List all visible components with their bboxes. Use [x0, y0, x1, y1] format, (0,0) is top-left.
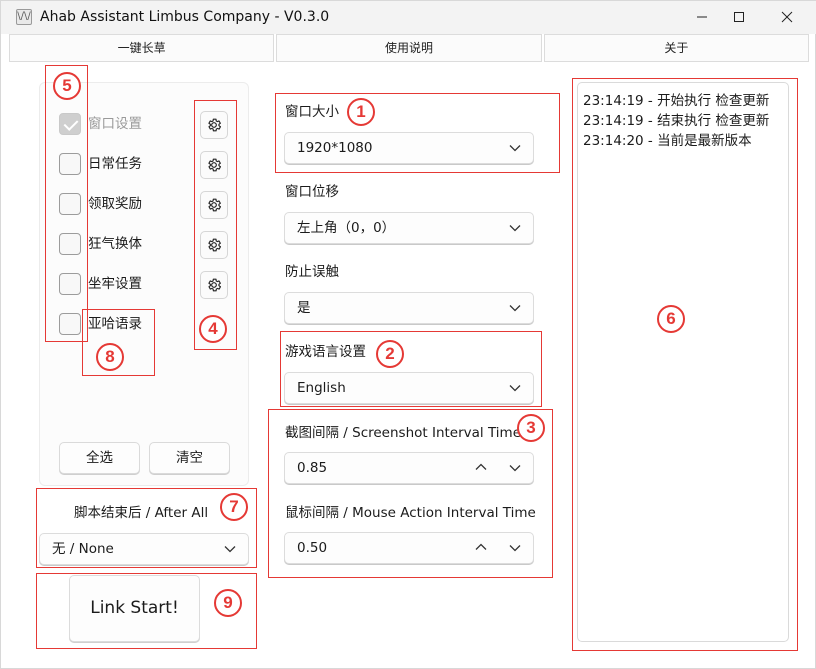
title-bar[interactable]: \/\/ Ahab Assistant Limbus Company - V0.… — [1, 1, 816, 34]
prevent-misclick-value: 是 — [297, 300, 311, 316]
chevron-down-icon — [509, 305, 521, 312]
chevron-down-icon[interactable] — [509, 544, 521, 552]
annotation-badge-1: 1 — [347, 98, 375, 126]
task-label-rewards: 领取奖励 — [88, 196, 142, 212]
window-title: Ahab Assistant Limbus Company - V0.3.0 — [40, 9, 330, 25]
enkephalin-settings-gear-button[interactable] — [200, 231, 228, 259]
task-checkbox-daily[interactable] — [59, 153, 81, 175]
game-language-select[interactable]: English — [284, 372, 534, 404]
chevron-down-icon — [224, 546, 236, 553]
window-size-label: 窗口大小 — [285, 104, 339, 120]
close-icon — [781, 11, 793, 23]
link-start-button[interactable]: Link Start! — [69, 575, 200, 642]
window-settings-gear-button[interactable] — [200, 111, 228, 139]
gear-icon — [208, 198, 222, 212]
window-offset-value: 左上角（0，0） — [297, 220, 396, 236]
after-all-select[interactable]: 无 / None — [39, 533, 249, 565]
main-tabs: 一键长草 使用说明 关于 — [9, 34, 809, 62]
window-offset-select[interactable]: 左上角（0，0） — [284, 212, 534, 244]
annotation-badge-4: 4 — [199, 315, 227, 343]
task-label-prison: 坐牢设置 — [88, 276, 142, 292]
log-line: 23:14:20 - 当前是最新版本 — [583, 133, 752, 149]
tab-instructions[interactable]: 使用说明 — [276, 34, 542, 62]
task-checkbox-ahab-quotes[interactable] — [59, 313, 81, 335]
annotation-badge-9: 9 — [214, 589, 242, 617]
gear-icon — [208, 158, 222, 172]
daily-settings-gear-button[interactable] — [200, 151, 228, 179]
maximize-icon — [734, 12, 744, 22]
screenshot-interval-label: 截图间隔 / Screenshot Interval Time — [285, 425, 522, 441]
annotation-badge-6: 6 — [657, 305, 685, 333]
task-checkbox-window-settings[interactable] — [59, 113, 81, 135]
gear-icon — [208, 238, 222, 252]
after-all-value: 无 / None — [52, 541, 114, 557]
close-button[interactable] — [764, 1, 810, 33]
annotation-badge-3: 3 — [517, 414, 545, 442]
prison-settings-gear-button[interactable] — [200, 271, 228, 299]
app-logo-icon: \/\/ — [16, 9, 32, 25]
game-language-label: 游戏语言设置 — [285, 344, 366, 360]
log-line: 23:14:19 - 结束执行 检查更新 — [583, 113, 770, 129]
screenshot-interval-value: 0.85 — [297, 460, 328, 476]
mouse-interval-spinbox[interactable]: 0.50 — [284, 532, 534, 564]
screenshot-interval-spinbox[interactable]: 0.85 — [284, 452, 534, 484]
gear-icon — [208, 278, 222, 292]
minimize-icon — [697, 16, 707, 18]
annotation-badge-5: 5 — [53, 72, 81, 100]
mouse-interval-label: 鼠标间隔 / Mouse Action Interval Time — [285, 505, 536, 521]
annotation-badge-8: 8 — [96, 343, 124, 371]
game-language-value: English — [297, 380, 346, 396]
after-all-label: 脚本结束后 / After All — [74, 505, 209, 521]
task-label-daily: 日常任务 — [88, 156, 142, 172]
annotation-badge-2: 2 — [376, 340, 404, 368]
gear-icon — [208, 118, 222, 132]
task-checkbox-prison[interactable] — [59, 273, 81, 295]
tab-one-click[interactable]: 一键长草 — [9, 34, 275, 62]
prevent-misclick-label: 防止误触 — [285, 264, 339, 280]
window-size-value: 1920*1080 — [297, 140, 373, 156]
app-window: \/\/ Ahab Assistant Limbus Company - V0.… — [0, 0, 816, 669]
chevron-down-icon — [509, 385, 521, 392]
clear-button[interactable]: 清空 — [149, 442, 230, 474]
maximize-button[interactable] — [716, 1, 762, 33]
log-panel[interactable]: 23:14:19 - 开始执行 检查更新 23:14:19 - 结束执行 检查更… — [577, 82, 789, 642]
task-checkbox-enkephalin[interactable] — [59, 233, 81, 255]
annotation-badge-7: 7 — [220, 493, 248, 521]
chevron-down-icon[interactable] — [509, 464, 521, 472]
window-size-select[interactable]: 1920*1080 — [284, 132, 534, 164]
task-label-enkephalin: 狂气换体 — [88, 236, 142, 252]
prevent-misclick-select[interactable]: 是 — [284, 292, 534, 324]
task-label-ahab-quotes: 亚哈语录 — [88, 316, 142, 332]
rewards-settings-gear-button[interactable] — [200, 191, 228, 219]
task-label-window-settings: 窗口设置 — [88, 116, 142, 132]
chevron-up-icon[interactable] — [475, 543, 487, 551]
chevron-down-icon — [509, 225, 521, 232]
mouse-interval-value: 0.50 — [297, 540, 328, 556]
chevron-up-icon[interactable] — [475, 463, 487, 471]
tab-about[interactable]: 关于 — [543, 34, 809, 62]
task-checkbox-rewards[interactable] — [59, 193, 81, 215]
chevron-down-icon — [509, 145, 521, 152]
window-offset-label: 窗口位移 — [285, 184, 339, 200]
select-all-button[interactable]: 全选 — [59, 442, 140, 474]
log-line: 23:14:19 - 开始执行 检查更新 — [583, 93, 770, 109]
